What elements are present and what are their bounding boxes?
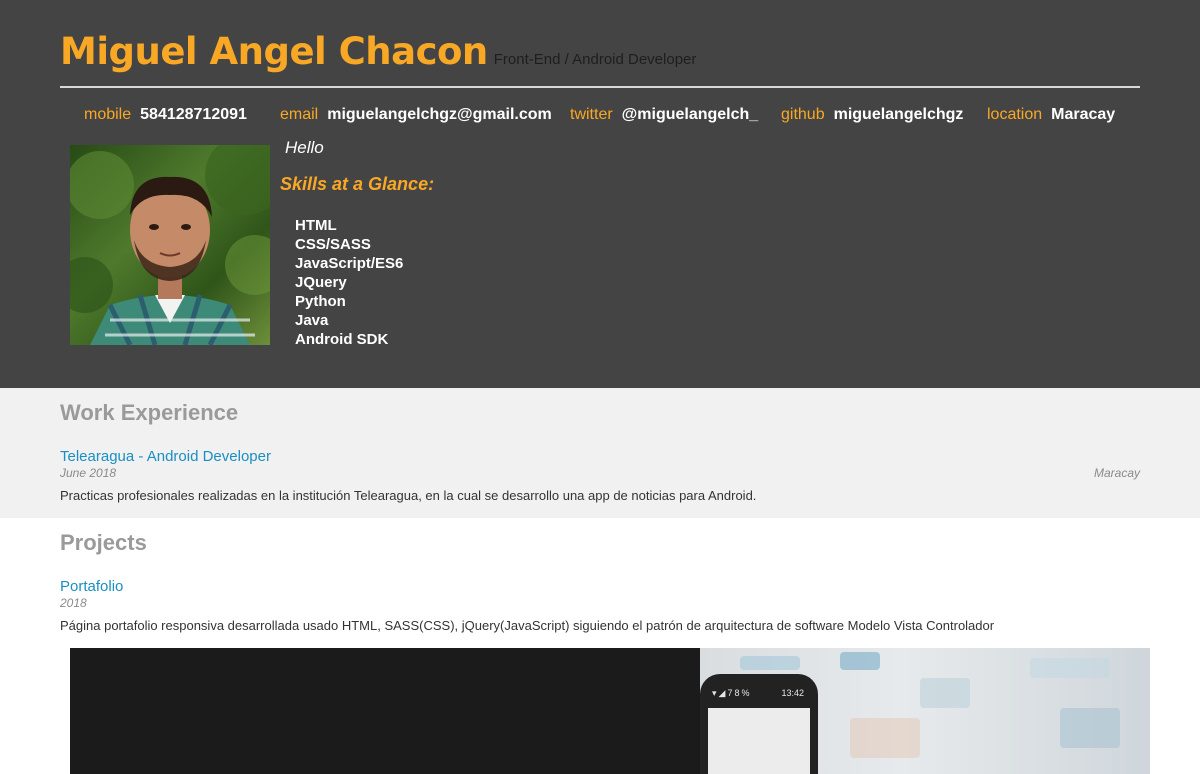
- work-entry-date: June 2018: [60, 466, 117, 480]
- contact-twitter: twitter @miguelangelch_: [570, 106, 758, 124]
- phone-illustration: ▾◢78% 13:42: [700, 674, 818, 774]
- contact-location-value: Maracay: [1051, 106, 1116, 123]
- greeting-text: Hello: [285, 138, 324, 157]
- header-divider: [60, 86, 1140, 88]
- skills-list: HTML CSS/SASS JavaScript/ES6 JQuery Pyth…: [295, 216, 403, 349]
- skill-item: Android SDK: [295, 331, 389, 348]
- screenshot-dark-panel: [70, 648, 700, 774]
- contact-location: location Maracay: [987, 106, 1115, 124]
- skill-item: Java: [295, 312, 329, 329]
- battery-level: 78%: [727, 688, 752, 698]
- projects-heading: Projects: [60, 530, 147, 555]
- name-row: Miguel Angel Chacon Front-End / Android …: [60, 30, 696, 73]
- contact-email: email miguelangelchgz@gmail.com: [280, 106, 552, 124]
- contact-mobile-value[interactable]: 584128712091: [140, 106, 247, 123]
- skill-item: CSS/SASS: [295, 236, 371, 253]
- page-title: Miguel Angel Chacon: [60, 30, 488, 73]
- project-entry-date: 2018: [60, 596, 87, 610]
- skill-item: HTML: [295, 217, 337, 234]
- signal-icon: ▾◢78%: [712, 688, 752, 698]
- project-entry-title[interactable]: Portafolio: [60, 578, 123, 595]
- blur-shape: [920, 678, 970, 708]
- contact-mobile: mobile 584128712091: [84, 106, 247, 124]
- contact-twitter-label: twitter: [570, 106, 613, 123]
- profile-photo-image: [70, 145, 270, 345]
- project-screenshot[interactable]: ▾◢78% 13:42: [70, 648, 1150, 774]
- work-entry-location: Maracay: [1093, 466, 1140, 480]
- skill-item: Python: [295, 293, 346, 310]
- skills-heading: Skills at a Glance:: [280, 174, 435, 194]
- blur-shape: [1060, 708, 1120, 748]
- skill-item: JavaScript/ES6: [295, 255, 404, 272]
- header: Miguel Angel Chacon Front-End / Android …: [0, 0, 1200, 388]
- work-experience-heading: Work Experience: [60, 400, 239, 425]
- blur-shape: [850, 718, 920, 758]
- contact-mobile-label: mobile: [84, 106, 132, 123]
- contact-bar: mobile 584128712091 email miguelangelchgz@…: [0, 106, 1200, 126]
- contact-location-label: location: [987, 106, 1043, 123]
- contact-twitter-value[interactable]: @miguelangelch_: [622, 106, 759, 123]
- screenshot-photo-panel: ▾◢78% 13:42: [700, 648, 1150, 774]
- contact-email-value[interactable]: miguelangelchgz@gmail.com: [327, 106, 552, 123]
- contact-github-value[interactable]: miguelangelchgz: [834, 106, 964, 123]
- phone-clock: 13:42: [781, 688, 804, 698]
- project-entry-description: Página portafolio responsiva desarrollad…: [60, 618, 995, 633]
- phone-screen: [708, 708, 810, 774]
- work-entry-description: Practicas profesionales realizadas en la…: [60, 488, 757, 503]
- job-subtitle: Front-End / Android Developer: [493, 51, 697, 68]
- blur-shape: [840, 652, 880, 670]
- blur-shape: [740, 656, 800, 670]
- work-experience-section: Work Experience Telearagua - Android Dev…: [0, 388, 1200, 518]
- projects-section: Projects Portafolio 2018 Página portafol…: [0, 518, 1200, 774]
- contact-github-label: github: [781, 106, 825, 123]
- work-entry-title[interactable]: Telearagua - Android Developer: [60, 448, 271, 465]
- blur-shape: [1030, 658, 1110, 678]
- contact-github: github miguelangelchgz: [781, 106, 963, 124]
- phone-status-bar: ▾◢78% 13:42: [708, 686, 810, 702]
- profile-photo: [70, 145, 270, 345]
- contact-email-label: email: [280, 106, 319, 123]
- skill-item: JQuery: [295, 274, 347, 291]
